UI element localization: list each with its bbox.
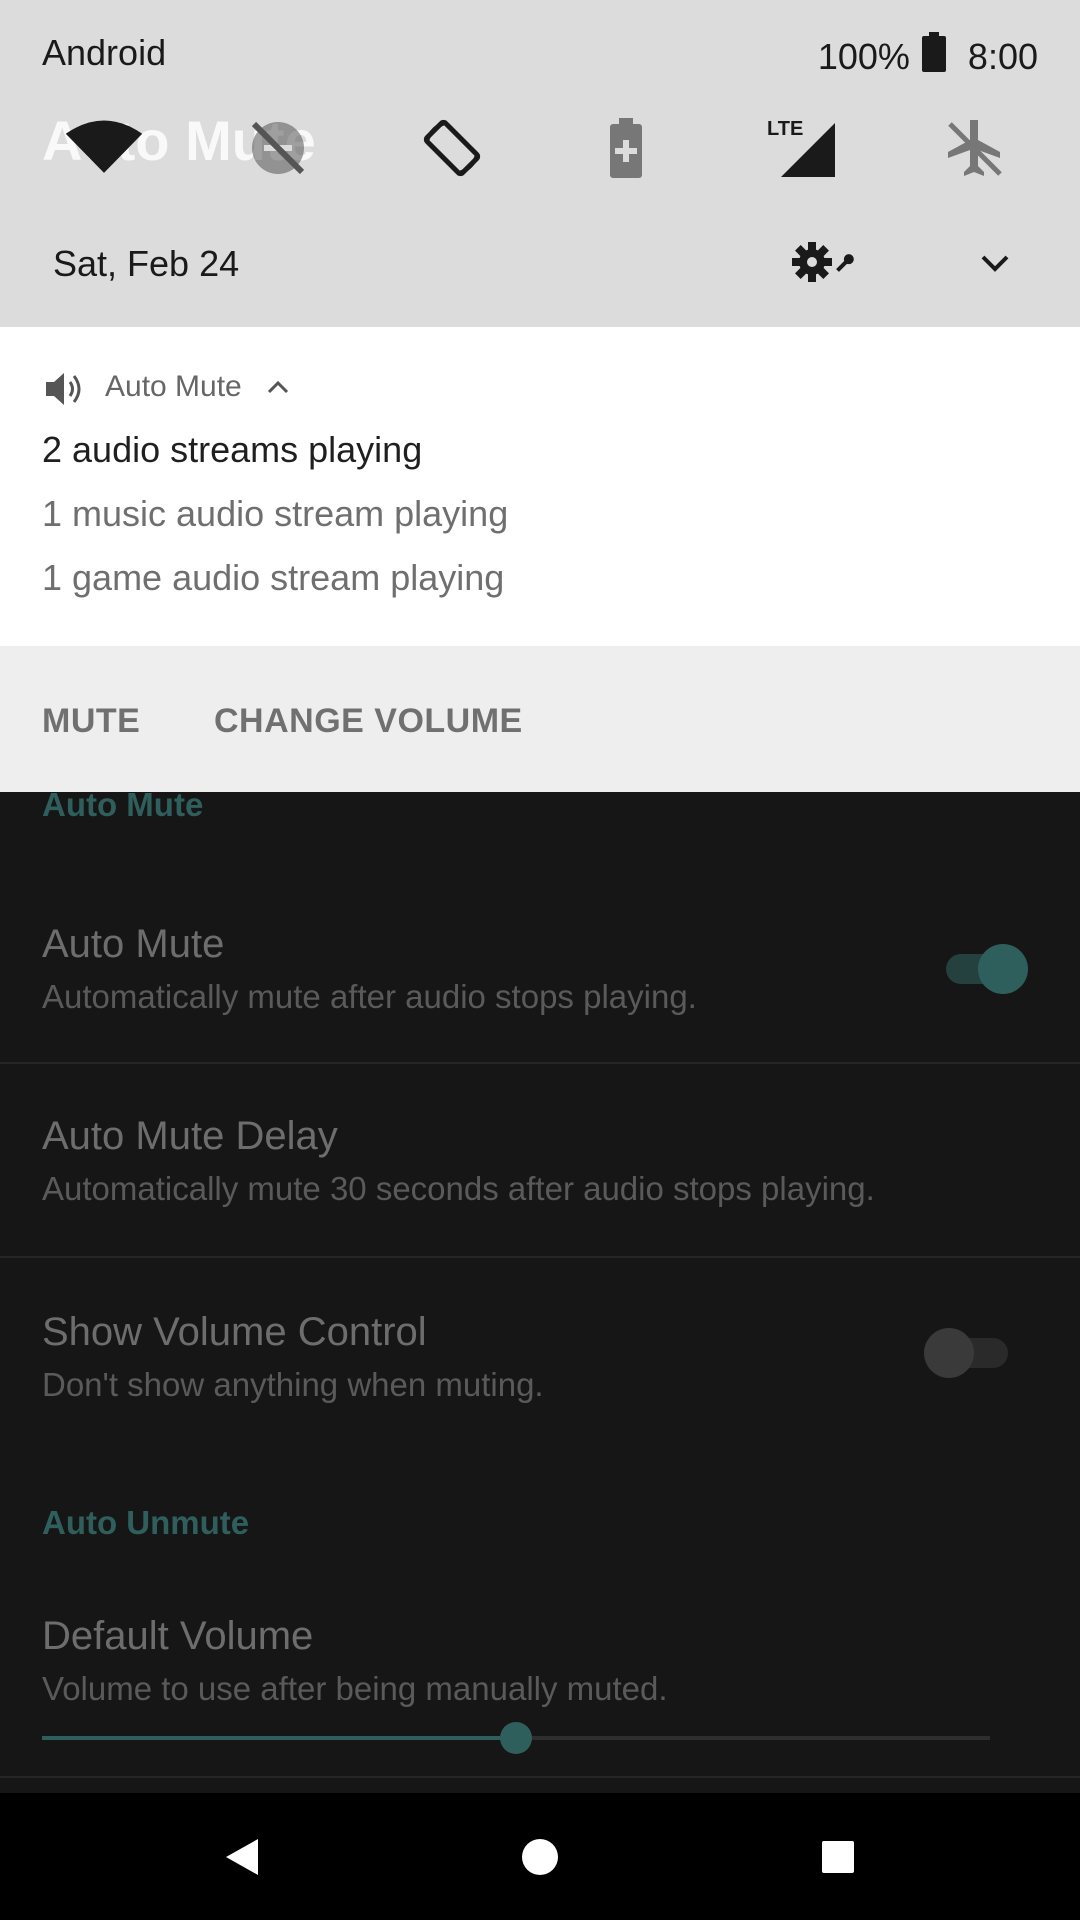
notification-app-name: Auto Mute (105, 370, 242, 403)
auto-rotate-tile[interactable] (412, 108, 492, 188)
back-icon (226, 1839, 258, 1875)
pref-summary: Volume to use after being manually muted… (42, 1670, 668, 1707)
home-button[interactable] (512, 1829, 568, 1885)
status-icons: 100% 8:00 (818, 32, 1038, 81)
wifi-icon (65, 120, 143, 173)
pref-title: Show Volume Control (42, 1310, 427, 1354)
default-volume-slider[interactable] (42, 1722, 990, 1754)
chevron-down-icon (981, 255, 1009, 272)
home-icon (522, 1839, 558, 1875)
dnd-tile[interactable] (238, 108, 318, 188)
battery-saver-tile[interactable] (586, 108, 666, 188)
do-not-disturb-off-icon (251, 121, 305, 175)
notification-line: 1 music audio stream playing (42, 493, 509, 534)
pref-title: Auto Mute Delay (42, 1114, 338, 1158)
notification-card[interactable]: Auto Mute 2 audio streams playing 1 musi… (0, 327, 1080, 646)
mobile-data-tile[interactable]: LTE (762, 108, 842, 188)
pref-show-volume-control[interactable]: Show Volume Control Don't show anything … (0, 1258, 1080, 1448)
battery-icon (921, 32, 946, 81)
expand-button[interactable] (975, 243, 1015, 283)
section-header-auto-unmute: Auto Unmute (42, 1504, 250, 1541)
recents-icon (822, 1841, 854, 1873)
change-volume-button[interactable]: CHANGE VOLUME (214, 702, 523, 741)
quick-settings-panel: Auto Mute Android 100% 8:00 LTE Sat, Feb… (0, 0, 1080, 327)
notification-actions: MUTE CHANGE VOLUME (0, 646, 1080, 792)
auto-mute-switch[interactable] (946, 940, 1030, 994)
carrier-label: Android (42, 32, 167, 73)
slider-thumb[interactable] (500, 1722, 532, 1754)
recents-button[interactable] (810, 1829, 866, 1885)
pref-auto-mute-delay[interactable]: Auto Mute Delay Automatically mute 30 se… (0, 1064, 1080, 1256)
airplane-mode-icon (948, 120, 1002, 176)
speaker-icon (44, 369, 86, 414)
pref-title: Auto Mute (42, 922, 225, 966)
back-button[interactable] (214, 1829, 270, 1885)
notification-title: 2 audio streams playing (42, 429, 423, 470)
show-volume-control-switch[interactable] (922, 1324, 1012, 1380)
pref-default-volume[interactable]: Default Volume Volume to use after being… (0, 1590, 1080, 1776)
pref-summary: Automatically mute after audio stops pla… (42, 978, 697, 1015)
wrench-icon (836, 254, 854, 272)
clock: 8:00 (967, 35, 1038, 77)
settings-button[interactable] (790, 240, 870, 290)
pref-summary: Don't show anything when muting. (42, 1366, 544, 1403)
wifi-tile[interactable] (64, 108, 144, 188)
pref-summary: Automatically mute 30 seconds after audi… (42, 1170, 875, 1207)
slider-fill (42, 1736, 516, 1740)
auto-rotate-icon (423, 119, 481, 177)
battery-percent: 100% (817, 35, 910, 77)
pref-title: Default Volume (42, 1614, 314, 1658)
notification-line: 1 game audio stream playing (42, 557, 505, 598)
divider (0, 1776, 1080, 1778)
qs-date: Sat, Feb 24 (53, 243, 240, 284)
battery-saver-icon (610, 118, 642, 178)
lte-signal-icon: LTE (767, 118, 835, 177)
navigation-bar (0, 1793, 1080, 1920)
svg-text:LTE: LTE (767, 118, 803, 140)
gear-icon (792, 242, 854, 282)
chevron-up-icon[interactable] (266, 377, 290, 402)
pref-auto-mute[interactable]: Auto Mute Automatically mute after audio… (0, 900, 1080, 1062)
mute-button[interactable]: MUTE (42, 702, 140, 741)
airplane-mode-tile[interactable] (934, 108, 1014, 188)
